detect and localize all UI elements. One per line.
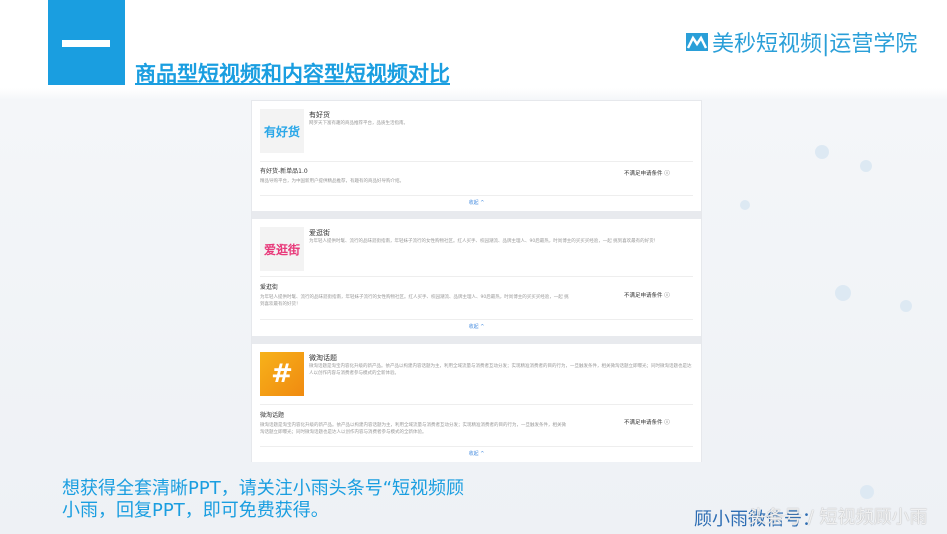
page-title: 商品型短视频和内容型短视频对比 xyxy=(135,62,450,86)
app-name: 微淘话题 xyxy=(309,354,337,362)
channel-title: 有好货-新单品1.0 xyxy=(260,168,308,175)
section-number-block xyxy=(48,0,125,85)
app-name: 有好货 xyxy=(309,111,330,119)
condition-status[interactable]: 不满足申请条件 ⓘ xyxy=(624,291,670,299)
brand-logo: 美秒短视频 |运营学院 xyxy=(686,26,917,58)
collapse-link[interactable]: 收起 ^ xyxy=(252,450,701,457)
channel-desc: 为年轻人提供时髦、流行的品味逛街指南，年轻妹子流行的女性购物社区。红人买手、校园… xyxy=(260,295,569,307)
collapse-link[interactable]: 收起 ^ xyxy=(252,199,701,206)
cta-text: 想获得全套清晰PPT，请关注小雨头条号“短视频顾小雨，回复PPT，即可免费获得。 xyxy=(62,478,465,521)
help-icon[interactable]: ⓘ xyxy=(664,171,670,177)
app-name: 爱逛街 xyxy=(309,229,330,237)
logo-m-icon xyxy=(686,33,708,51)
app-thumbnail: 爱逛街 xyxy=(260,227,304,271)
condition-status[interactable]: 不满足申请条件 ⓘ xyxy=(624,169,670,177)
app-item-aiguangjie: 爱逛街 爱逛街 为年轻人提供时髦、流行的品味逛街指南，年轻妹子流行的女性购物社区… xyxy=(252,219,701,336)
help-icon[interactable]: ⓘ xyxy=(664,293,670,299)
channel-desc: 精品导购平台，为中国新用户提供精品推荐，有趣有的商品好导购介绍。 xyxy=(260,179,404,184)
app-item-youhaohuo: 有好货 有好货 网罗天下富有趣的商品推荐平台，品质生活指南。 有好货-新单品1.… xyxy=(252,101,701,211)
channel-title: 爱逛街 xyxy=(260,284,279,291)
app-list-card: 有好货 有好货 网罗天下富有趣的商品推荐平台，品质生活指南。 有好货-新单品1.… xyxy=(251,100,702,462)
channel-title: 微淘话题 xyxy=(260,412,285,419)
logo-sub: |运营学院 xyxy=(822,32,918,57)
condition-status[interactable]: 不满足申请条件 ⓘ xyxy=(624,418,670,426)
channel-desc: 微淘话题是淘宝内容化升级的新产品。依产品以构建内容话题为主，利用全域流量与消费者… xyxy=(260,423,566,435)
app-desc: 网罗天下富有趣的商品推荐平台，品质生活指南。 xyxy=(309,121,408,126)
app-item-weitao-topic: # 微淘话题 微淘话题是淘宝内容化升级的新产品。依产品以构建内容话题为主，利用全… xyxy=(252,344,701,462)
dash-mark xyxy=(62,40,110,47)
logo-brand: 美秒短视频 xyxy=(712,32,823,57)
watermark: 头条号 / 短视频顾小雨 xyxy=(748,507,928,528)
collapse-link[interactable]: 收起 ^ xyxy=(252,323,701,330)
hashtag-icon: # xyxy=(260,352,304,396)
app-thumbnail: 有好货 xyxy=(260,109,304,153)
help-icon[interactable]: ⓘ xyxy=(664,420,670,426)
app-desc: 为年轻人提供时髦、流行的品味逛街指南，年轻妹子流行的女性购物社区。红人买手、校园… xyxy=(309,239,659,244)
app-desc: 微淘话题是淘宝内容化升级的新产品。依产品以构建内容话题为主，利用全域流量与消费者… xyxy=(309,364,692,376)
